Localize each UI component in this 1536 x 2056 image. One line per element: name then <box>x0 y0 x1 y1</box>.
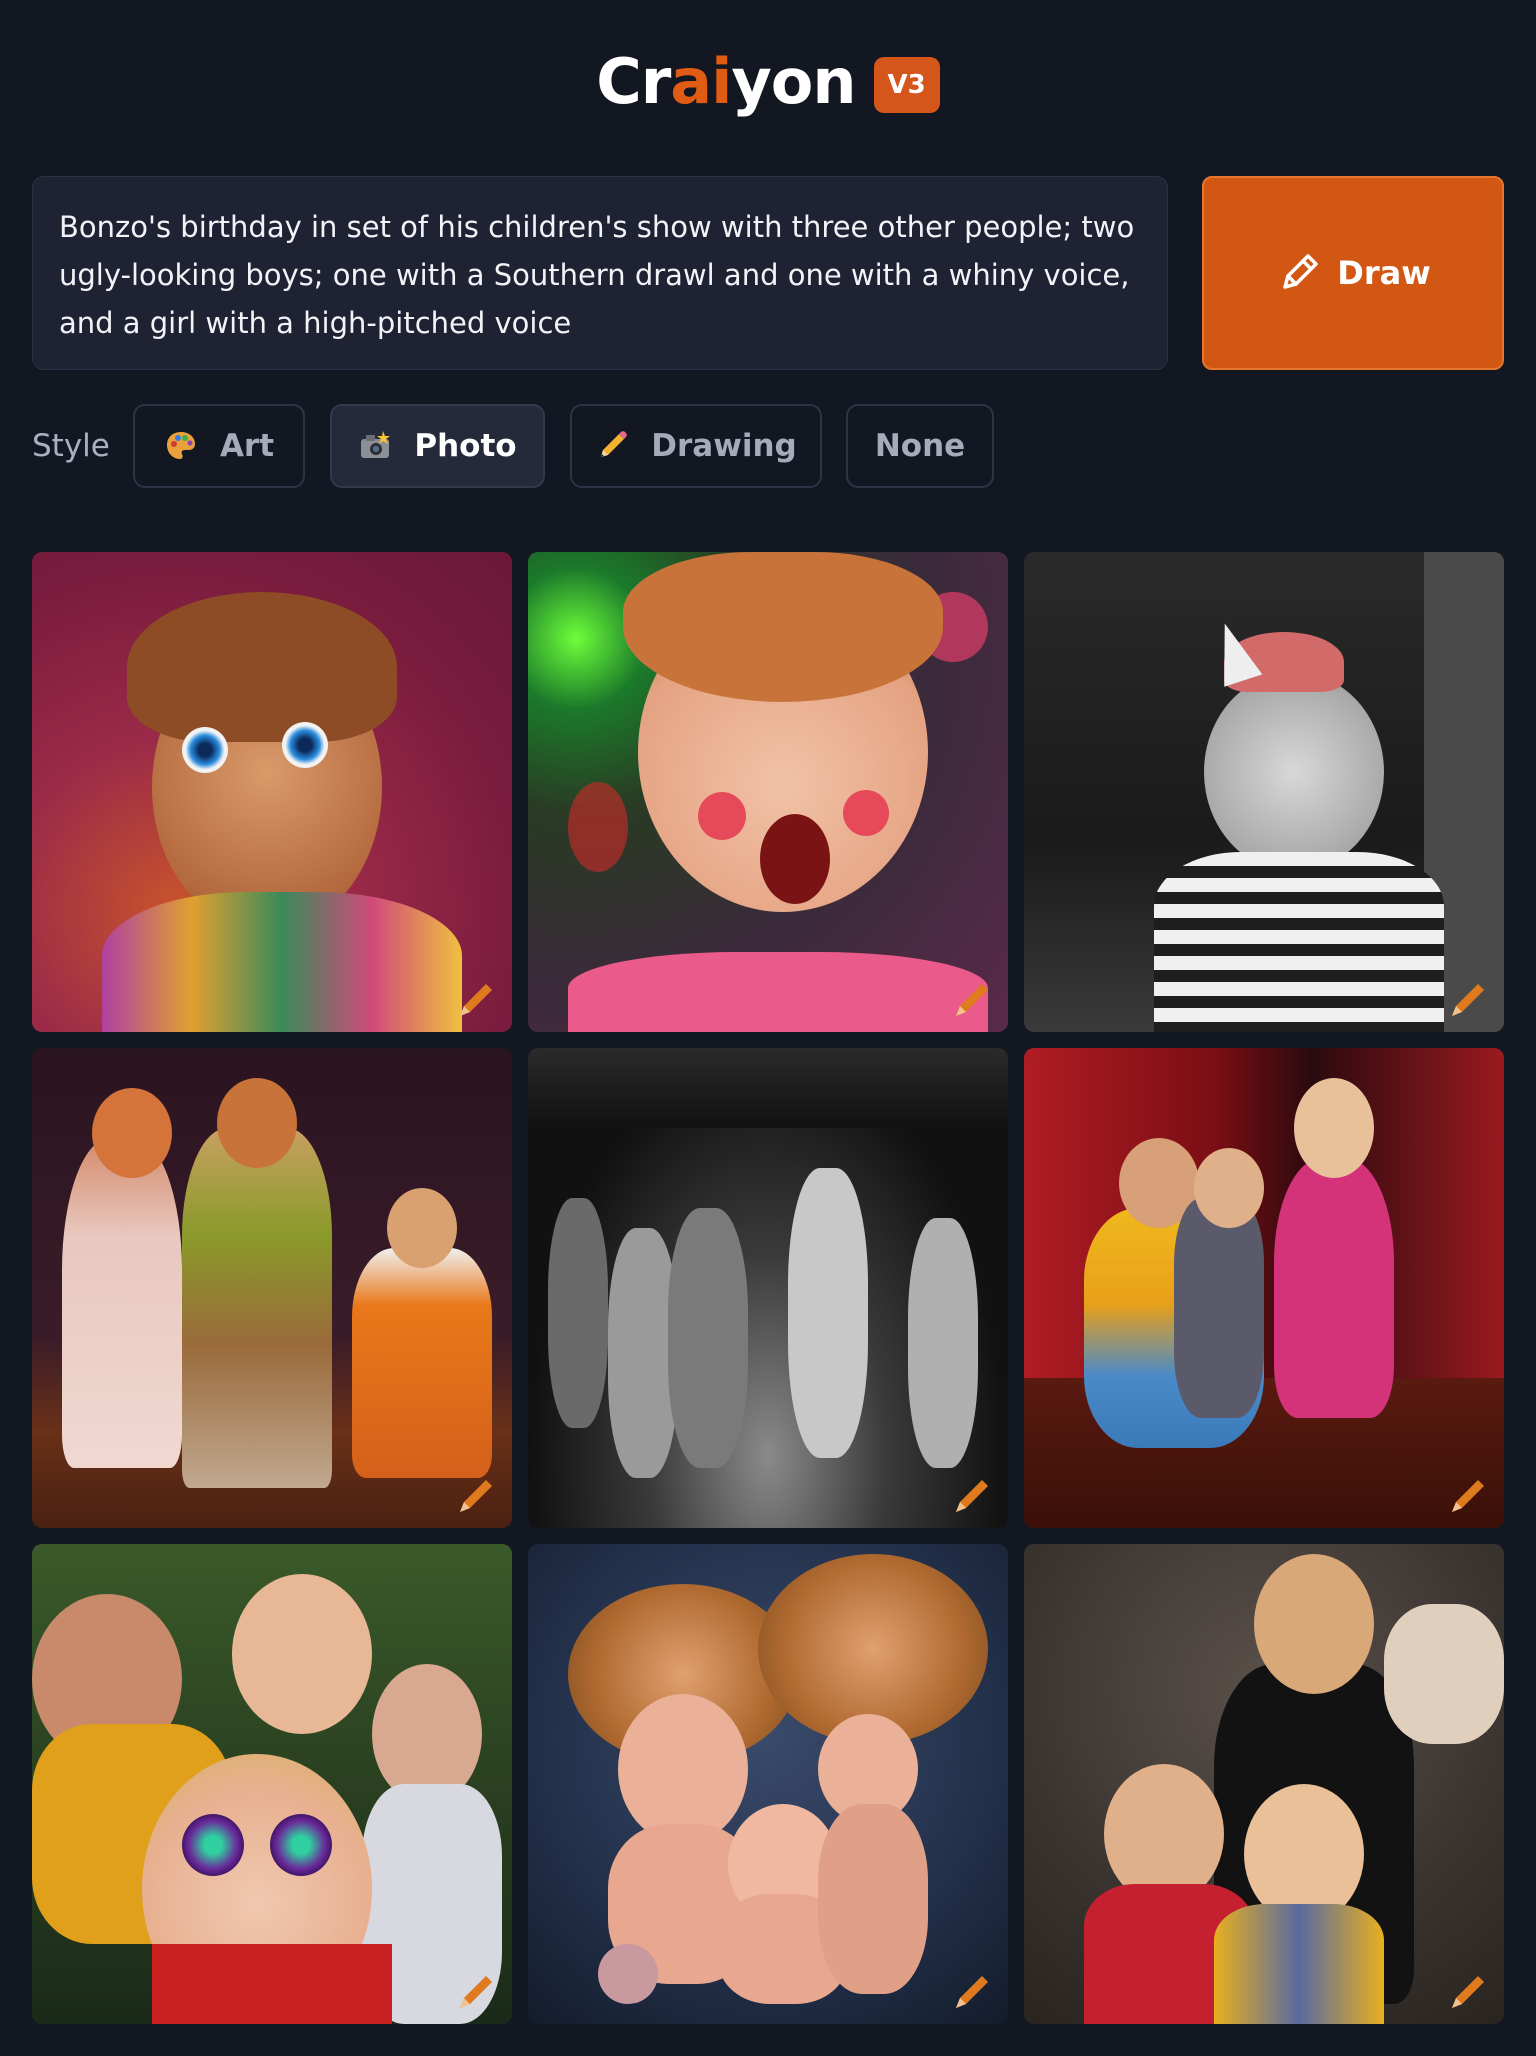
result-image-2[interactable] <box>528 552 1008 1032</box>
palette-icon <box>166 432 195 459</box>
edit-pencil-icon[interactable] <box>1446 1968 1492 2014</box>
result-image-6[interactable] <box>1024 1048 1504 1528</box>
edit-pencil-icon[interactable] <box>454 976 500 1022</box>
edit-pencil-icon[interactable] <box>950 1472 996 1518</box>
result-image-8[interactable] <box>528 1544 1008 2024</box>
style-label: Style <box>32 428 110 464</box>
logo-wordmark: Craiyon <box>596 45 856 118</box>
draw-button-label: Draw <box>1337 254 1431 292</box>
prompt-input[interactable]: Bonzo's birthday in set of his children'… <box>32 176 1168 370</box>
edit-pencil-icon[interactable] <box>950 976 996 1022</box>
result-image-4[interactable] <box>32 1048 512 1528</box>
pencil-icon <box>1283 254 1318 289</box>
style-option-label: Art <box>219 428 275 464</box>
app-logo[interactable]: Craiyon V3 <box>0 44 1536 120</box>
edit-pencil-icon[interactable] <box>950 1968 996 2014</box>
prompt-text: Bonzo's birthday in set of his children'… <box>59 210 1135 340</box>
style-option-photo[interactable]: Photo <box>330 404 545 488</box>
pencil-icon <box>601 431 628 457</box>
result-image-1[interactable] <box>32 552 512 1032</box>
edit-pencil-icon[interactable] <box>454 1472 500 1518</box>
style-option-drawing[interactable]: Drawing <box>570 404 822 488</box>
result-image-5[interactable] <box>528 1048 1008 1528</box>
edit-pencil-icon[interactable] <box>1446 976 1492 1022</box>
draw-button[interactable]: Draw <box>1202 176 1504 370</box>
style-option-art[interactable]: Art <box>133 404 305 488</box>
camera-flash-icon <box>361 431 391 458</box>
style-option-label: None <box>874 428 966 464</box>
version-badge: V3 <box>873 57 940 113</box>
edit-pencil-icon[interactable] <box>1446 1472 1492 1518</box>
edit-pencil-icon[interactable] <box>454 1968 500 2014</box>
result-image-7[interactable] <box>32 1544 512 2024</box>
result-image-3[interactable] <box>1024 552 1504 1032</box>
style-option-label: Photo <box>414 428 517 464</box>
craiyon-page: Craiyon V3 Bonzo's birthday in set of hi… <box>0 0 1536 2056</box>
style-option-label: Drawing <box>651 428 797 464</box>
result-image-9[interactable] <box>1024 1544 1504 2024</box>
style-option-none[interactable]: None <box>846 404 994 488</box>
